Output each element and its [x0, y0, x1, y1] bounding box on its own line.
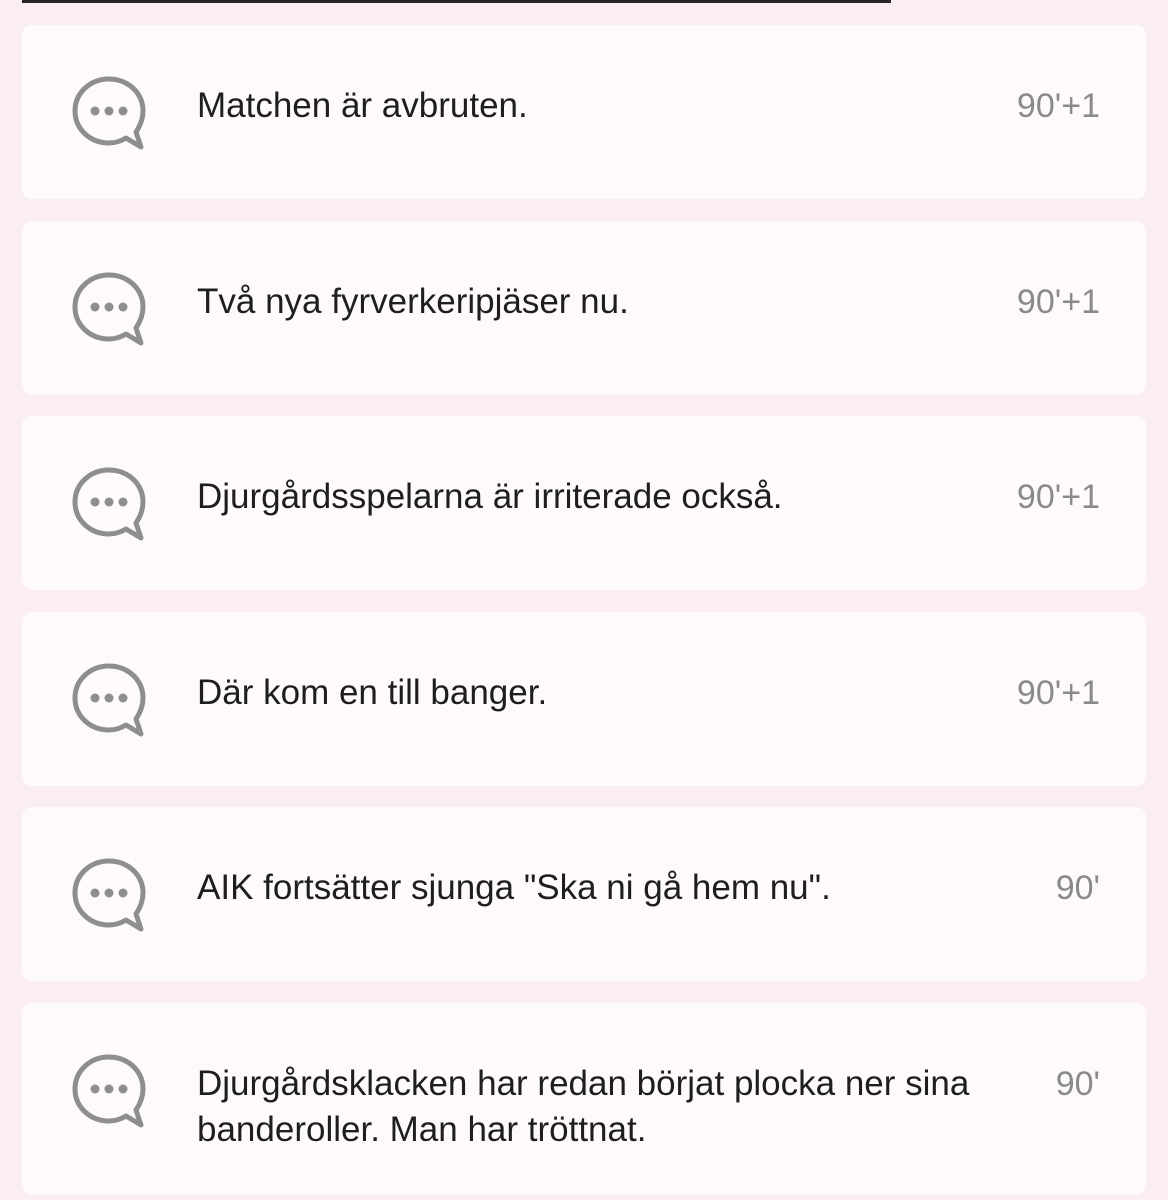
commentary-item: Två nya fyrverkeripjäser nu. 90'+1	[22, 220, 1146, 395]
match-minute: 90'	[1055, 869, 1100, 907]
commentary-item: Där kom en till banger. 90'+1	[22, 611, 1146, 786]
commentary-item: Djurgårdsklacken har redan börjat plocka…	[22, 1002, 1146, 1195]
commentary-text: Där kom en till banger.	[197, 672, 548, 712]
commentary-item: Matchen är avbruten. 90'+1	[22, 25, 1146, 199]
chat-bubble-icon	[71, 271, 147, 347]
commentary-text: Två nya fyrverkeripjäser nu.	[197, 281, 629, 321]
commentary-text: Djurgårdsklacken har redan börjat plocka…	[197, 1063, 970, 1149]
chat-bubble-icon	[71, 662, 147, 738]
commentary-text: Djurgårdsspelarna är irriterade också.	[197, 477, 783, 516]
match-minute: 90'	[1055, 1064, 1100, 1103]
match-minute: 90'+1	[1016, 478, 1100, 516]
commentary-text: Matchen är avbruten.	[197, 86, 528, 125]
chat-bubble-icon	[71, 1053, 147, 1129]
chat-bubble-icon	[71, 75, 147, 151]
match-minute: 90'+1	[1016, 282, 1100, 321]
match-minute: 90'+1	[1016, 673, 1100, 712]
commentary-item: AIK fortsätter sjunga "Ska ni gå hem nu"…	[22, 807, 1146, 981]
top-image-edge	[22, 0, 891, 3]
chat-bubble-icon	[71, 466, 147, 542]
commentary-text: AIK fortsätter sjunga "Ska ni gå hem nu"…	[197, 868, 831, 907]
commentary-item: Djurgårdsspelarna är irriterade också. 9…	[22, 416, 1146, 590]
match-minute: 90'+1	[1016, 87, 1100, 125]
chat-bubble-icon	[71, 857, 147, 933]
live-commentary-feed: Matchen är avbruten. 90'+1 Två nya fyrve…	[22, 25, 1146, 1195]
